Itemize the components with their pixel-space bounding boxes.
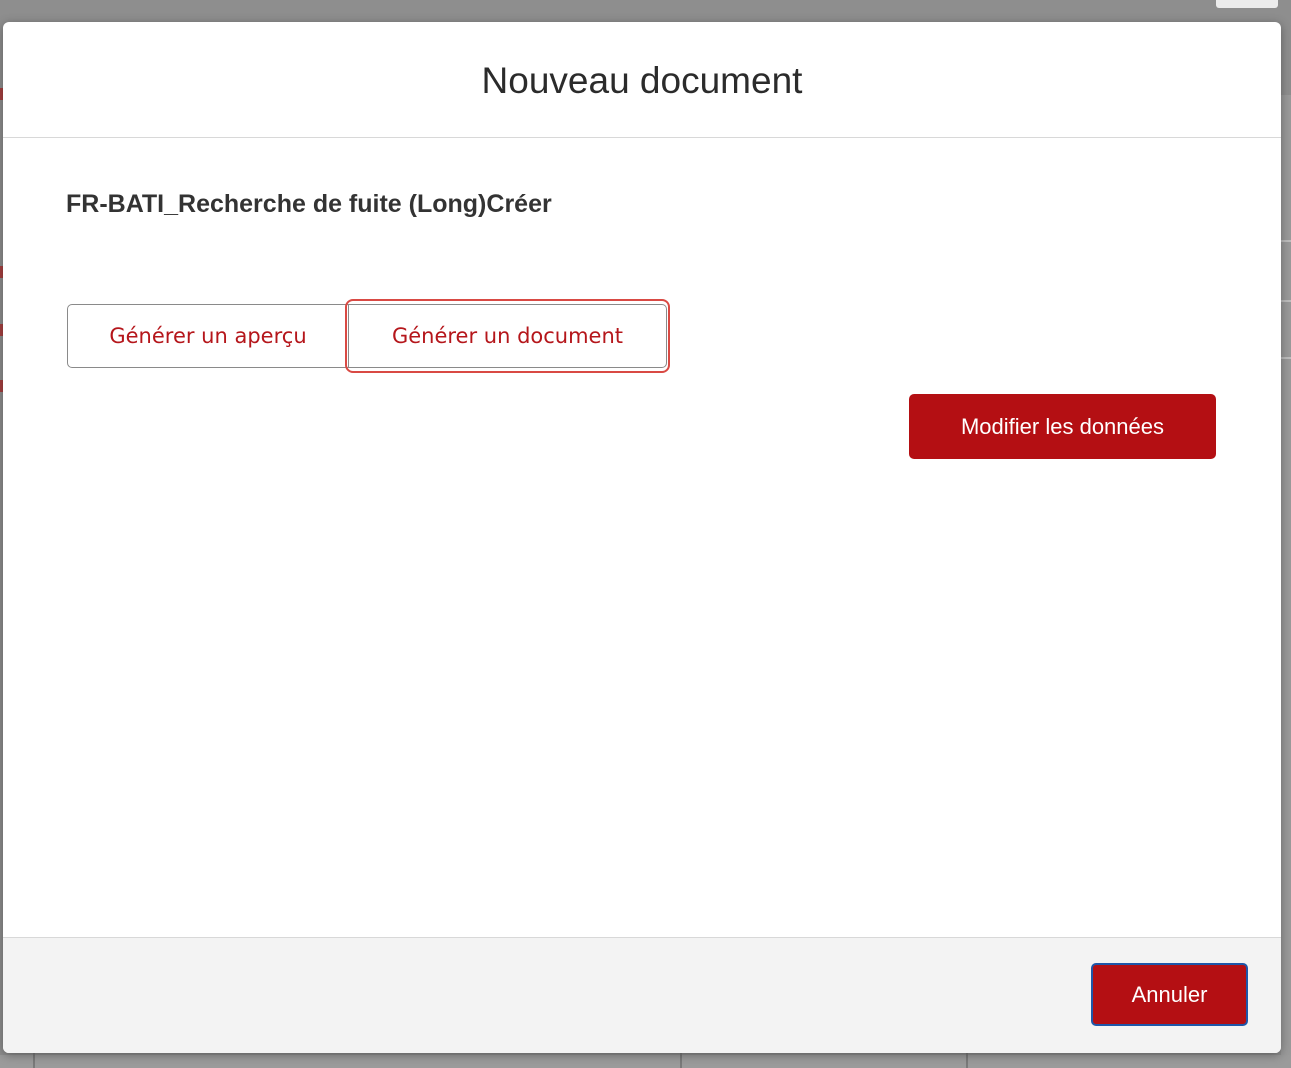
generate-button-group: Générer un aperçu Générer un document — [67, 299, 670, 373]
background-column-divider — [33, 1052, 35, 1068]
background-column-divider — [680, 1052, 682, 1068]
generate-document-button[interactable]: Générer un document — [345, 299, 670, 373]
new-document-dialog: Nouveau document FR-BATI_Recherche de fu… — [3, 22, 1281, 1053]
dialog-title: Nouveau document — [481, 59, 803, 101]
background-divider — [1281, 300, 1291, 302]
background-divider — [1281, 240, 1291, 242]
dialog-footer: Annuler — [3, 937, 1281, 1053]
template-name: FR-BATI_Recherche de fuite (Long)Créer — [66, 190, 552, 218]
background-column-divider — [966, 1052, 968, 1068]
background-divider — [1281, 357, 1291, 359]
modify-data-button[interactable]: Modifier les données — [909, 394, 1216, 459]
background-top-control — [1216, 0, 1278, 8]
cancel-button[interactable]: Annuler — [1091, 963, 1248, 1026]
background-right-panel — [1281, 95, 1291, 1055]
dialog-header: Nouveau document — [3, 22, 1281, 138]
generate-preview-button[interactable]: Générer un aperçu — [67, 304, 349, 368]
dialog-body: FR-BATI_Recherche de fuite (Long)Créer G… — [3, 138, 1281, 938]
background-bottom-strip — [0, 1055, 1291, 1068]
